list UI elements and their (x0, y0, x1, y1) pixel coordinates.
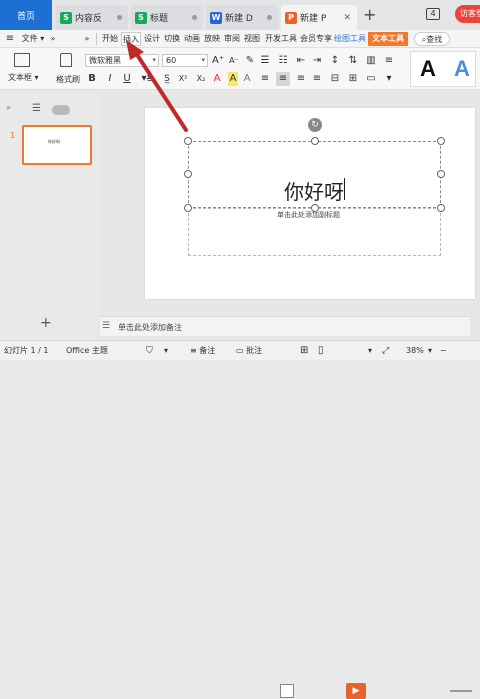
notes-button-label: 备注 (199, 346, 216, 355)
fit-window-icon[interactable]: ⤢ (382, 344, 389, 358)
notes-icon: ≡ (190, 346, 197, 355)
comment-button-label: 批注 (246, 346, 263, 355)
theme-name[interactable]: Office 主题 (66, 344, 108, 358)
play-slideshow-icon[interactable]: ▶ (346, 683, 366, 699)
zoom-out-icon[interactable]: − (440, 344, 447, 358)
zoom-level[interactable]: 38% (406, 344, 424, 358)
notes-button[interactable]: ≡ 备注 (190, 344, 215, 358)
annotation-arrow (126, 40, 188, 132)
reading-view-icon[interactable]: ▯ (318, 344, 324, 358)
status-bar: 幻灯片 1 / 1 Office 主题 ⛉ ▾ ≡ 备注 ▭ 批注 ⊞ ▯ ▶ … (0, 340, 480, 699)
slide-sorter-icon[interactable]: ⊞ (300, 344, 308, 358)
play-options-icon[interactable]: ▾ (368, 344, 372, 358)
comment-icon: ▭ (236, 346, 244, 355)
comment-button[interactable]: ▭ 批注 (236, 344, 262, 358)
slide-info: 幻灯片 1 / 1 (4, 346, 49, 355)
hide-icon[interactable]: ▾ (164, 344, 168, 358)
normal-view-icon[interactable] (280, 684, 294, 698)
protect-icon[interactable]: ⛉ (146, 344, 153, 358)
zoom-dropdown-icon[interactable]: ▾ (428, 344, 432, 358)
zoom-slider[interactable] (450, 690, 472, 692)
